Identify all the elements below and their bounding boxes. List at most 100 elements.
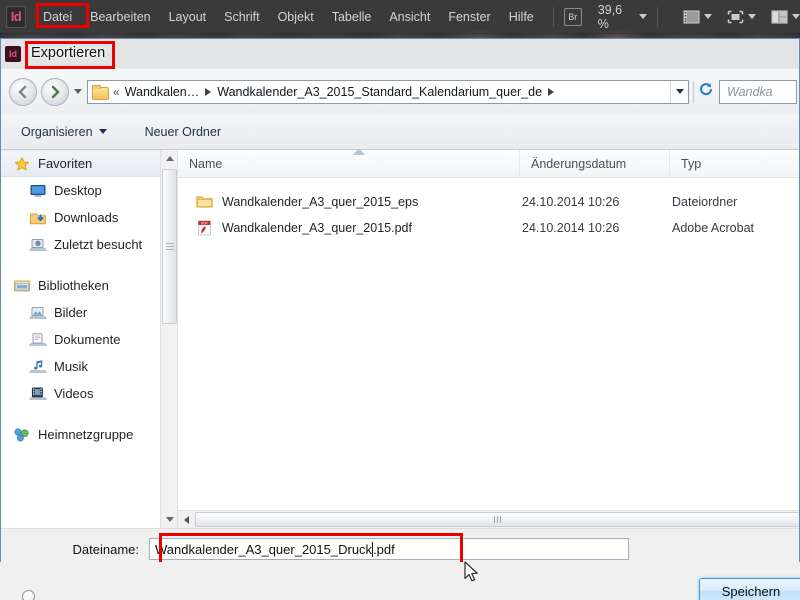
column-header-name[interactable]: Name [178,150,520,178]
breadcrumb-separator-icon-2[interactable] [548,88,554,96]
breadcrumb-item-1[interactable]: Wandkalender_A3_2015_Standard_Kalendariu… [217,85,542,99]
scroll-up-button[interactable] [161,150,178,167]
sidebar-item-musik[interactable]: Musik [1,353,177,380]
horizontal-scrollbar[interactable] [178,510,800,528]
refresh-button[interactable] [693,81,717,103]
scroll-left-button[interactable] [178,511,195,528]
menu-item-bearbeiten[interactable]: Bearbeiten [81,7,159,27]
pdf-icon: PDF [196,220,213,236]
chevron-down-icon[interactable] [748,14,756,19]
menu-divider [553,7,554,27]
scroll-down-button[interactable] [161,511,178,528]
arrange-documents-button[interactable] [770,9,800,25]
sidebar-item-downloads[interactable]: Downloads [1,204,177,231]
column-header-name-label: Name [189,157,222,171]
search-input[interactable]: Wandka [719,80,797,104]
documents-icon [29,332,47,348]
view-options-button[interactable] [726,9,756,25]
menu-item-datei[interactable]: Datei [34,7,81,27]
sidebar-item-dokumente[interactable]: Dokumente [1,326,177,353]
star-icon [13,156,31,172]
folder-icon [92,85,108,98]
sidebar-scrollbar-thumb[interactable] [162,169,177,324]
chevron-down-icon[interactable] [792,14,800,19]
sidebar-spacer [1,258,177,272]
filename-row: Dateiname: Wandkalender_A3_quer_2015_Dru… [1,538,800,560]
breadcrumb-overflow-icon[interactable]: « [113,85,120,99]
view-toolbar [682,9,800,25]
triangle-up-icon [166,156,174,161]
sidebar-spacer-2 [1,407,177,421]
sidebar-item-desktop[interactable]: Desktop [1,177,177,204]
menu-item-objekt[interactable]: Objekt [269,7,323,27]
screen-mode-icon [682,9,701,25]
chevron-down-icon [676,89,684,94]
dialog-body: Favoriten Desktop [1,150,800,528]
sidebar-item-zuletzt-besucht[interactable]: Zuletzt besucht [1,231,177,258]
sidebar-item-label: Favoriten [38,156,92,171]
zoom-level-value: 39,6 % [598,3,631,31]
videos-icon [29,386,47,402]
back-arrow-icon [15,84,31,100]
toolbar-divider [657,7,658,27]
sidebar-item-favoriten[interactable]: Favoriten [1,150,177,177]
table-row[interactable]: Wandkalender_A3_quer_2015_eps 24.10.2014… [178,190,800,214]
sidebar-item-bilder[interactable]: Bilder [1,299,177,326]
navigation-bar: « Wandkalen… Wandkalender_A3_2015_Standa… [1,69,800,114]
save-button-label: Speichern [722,584,781,599]
column-header-modified[interactable]: Änderungsdatum [520,150,670,178]
recent-icon [29,237,47,253]
zoom-level-control[interactable]: 39,6 % [598,3,647,31]
grip-icon [494,516,501,523]
save-button[interactable]: Speichern [699,578,800,600]
chevron-down-icon[interactable] [704,14,712,19]
filename-label: Dateiname: [1,542,149,557]
menu-item-layout[interactable]: Layout [160,7,216,27]
file-type: Adobe Acrobat [672,221,800,235]
menu-item-tabelle[interactable]: Tabelle [323,7,381,27]
homegroup-icon [13,427,31,443]
screen-mode-button[interactable] [682,9,712,25]
triangle-down-icon [166,517,174,522]
sidebar-item-label: Heimnetzgruppe [38,427,133,442]
chevron-down-icon[interactable] [639,14,647,19]
menu-item-schrift[interactable]: Schrift [215,7,268,27]
organize-button[interactable]: Organisieren [21,125,107,139]
pictures-icon [29,305,47,321]
sidebar-item-label: Dokumente [54,332,120,347]
history-dropdown-icon[interactable] [74,89,82,94]
sidebar-item-heimnetzgruppe[interactable]: Heimnetzgruppe [1,421,177,448]
breadcrumb-separator-icon[interactable] [205,88,211,96]
sidebar-scrollbar[interactable] [160,150,177,528]
column-header-type[interactable]: Typ [670,150,800,178]
table-row[interactable]: PDF Wandkalender_A3_quer_2015.pdf 24.10.… [178,216,800,240]
horizontal-scrollbar-thumb[interactable] [195,512,800,527]
breadcrumb-item-0[interactable]: Wandkalen… [125,85,200,99]
organize-label: Organisieren [21,125,93,139]
address-bar[interactable]: « Wandkalen… Wandkalender_A3_2015_Standa… [87,80,689,104]
column-header-modified-label: Änderungsdatum [531,157,626,171]
sidebar-item-videos[interactable]: Videos [1,380,177,407]
new-folder-button[interactable]: Neuer Ordner [145,125,221,139]
address-dropdown-button[interactable] [670,81,688,103]
bridge-button[interactable]: Br [564,8,582,26]
forward-button[interactable] [41,78,69,106]
file-list-pane: Name Änderungsdatum Typ Wandkalende [178,150,800,528]
menu-item-ansicht[interactable]: Ansicht [380,7,439,27]
sidebar-item-label: Desktop [54,183,102,198]
filename-input[interactable]: Wandkalender_A3_quer_2015_Druck .pdf [149,538,629,560]
back-button[interactable] [9,78,37,106]
indesign-logo: Id [6,6,26,28]
sidebar-item-bibliotheken[interactable]: Bibliotheken [1,272,177,299]
refresh-icon [698,81,714,102]
sidebar-item-label: Bilder [54,305,87,320]
file-name: Wandkalender_A3_quer_2015_eps [222,195,522,209]
radio-icon[interactable] [22,590,35,600]
export-dialog: Id Exportieren « Wandkalen… Wand [0,38,800,600]
new-folder-label: Neuer Ordner [145,125,221,139]
menu-item-hilfe[interactable]: Hilfe [500,7,543,27]
footer-option[interactable] [22,590,42,600]
menu-item-fenster[interactable]: Fenster [439,7,499,27]
sidebar-item-label: Zuletzt besucht [54,237,142,252]
dialog-app-icon: Id [5,46,21,62]
